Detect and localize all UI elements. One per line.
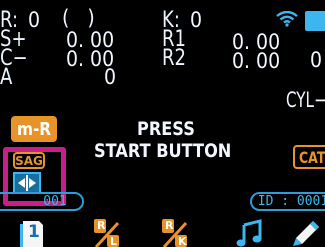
cat-button-label: CAT	[299, 147, 325, 167]
music-button[interactable]	[236, 219, 264, 247]
sag-toggle[interactable]	[13, 172, 41, 194]
r-l-button[interactable]: R L	[92, 219, 122, 247]
cyl-label: CYL−	[286, 88, 325, 112]
r-l-top: R	[97, 219, 106, 232]
r2-value: 0. 00	[232, 49, 281, 73]
id-right-pill: ID : 0001	[250, 192, 325, 211]
battery-icon	[305, 11, 325, 31]
cat-button[interactable]: CAT	[293, 145, 325, 169]
r-k-button[interactable]: R K	[160, 219, 190, 247]
a-label: A	[0, 65, 13, 90]
id-left-text: 001	[43, 194, 67, 209]
k-value: 0	[190, 8, 203, 32]
sag-button-label: SAG	[15, 153, 43, 168]
r2-label: R2	[162, 46, 187, 71]
prompt-line1: PRESS	[137, 118, 195, 140]
page-1-number: 1	[28, 222, 40, 242]
pencil-button[interactable]	[291, 219, 321, 247]
prompt-line2: START BUTTON	[94, 140, 232, 162]
right-edge-value: 0	[310, 48, 323, 72]
r-k-top: R	[165, 219, 174, 232]
r-value: 0	[28, 8, 41, 32]
pencil-icon	[293, 221, 319, 246]
device-screen: R: 0 ( ) S+ 0. 00 C− 0. 00 A 0 K: 0 R1 0…	[0, 0, 325, 247]
r-l-bottom: L	[110, 235, 118, 247]
mr-button[interactable]: m-R	[11, 116, 57, 142]
split-arrow-icon	[18, 175, 36, 191]
id-right-text: ID : 0001	[257, 194, 325, 209]
a-value: 0	[104, 65, 117, 89]
music-note-icon	[236, 219, 262, 247]
r-paren: ( )	[62, 6, 95, 30]
wifi-icon	[276, 11, 298, 27]
id-left-pill: 001	[0, 192, 84, 211]
page-1-button[interactable]: 1	[19, 219, 45, 247]
mr-button-label: m-R	[16, 118, 52, 140]
sag-button[interactable]: SAG	[13, 152, 45, 169]
r-k-bottom: K	[178, 235, 187, 247]
